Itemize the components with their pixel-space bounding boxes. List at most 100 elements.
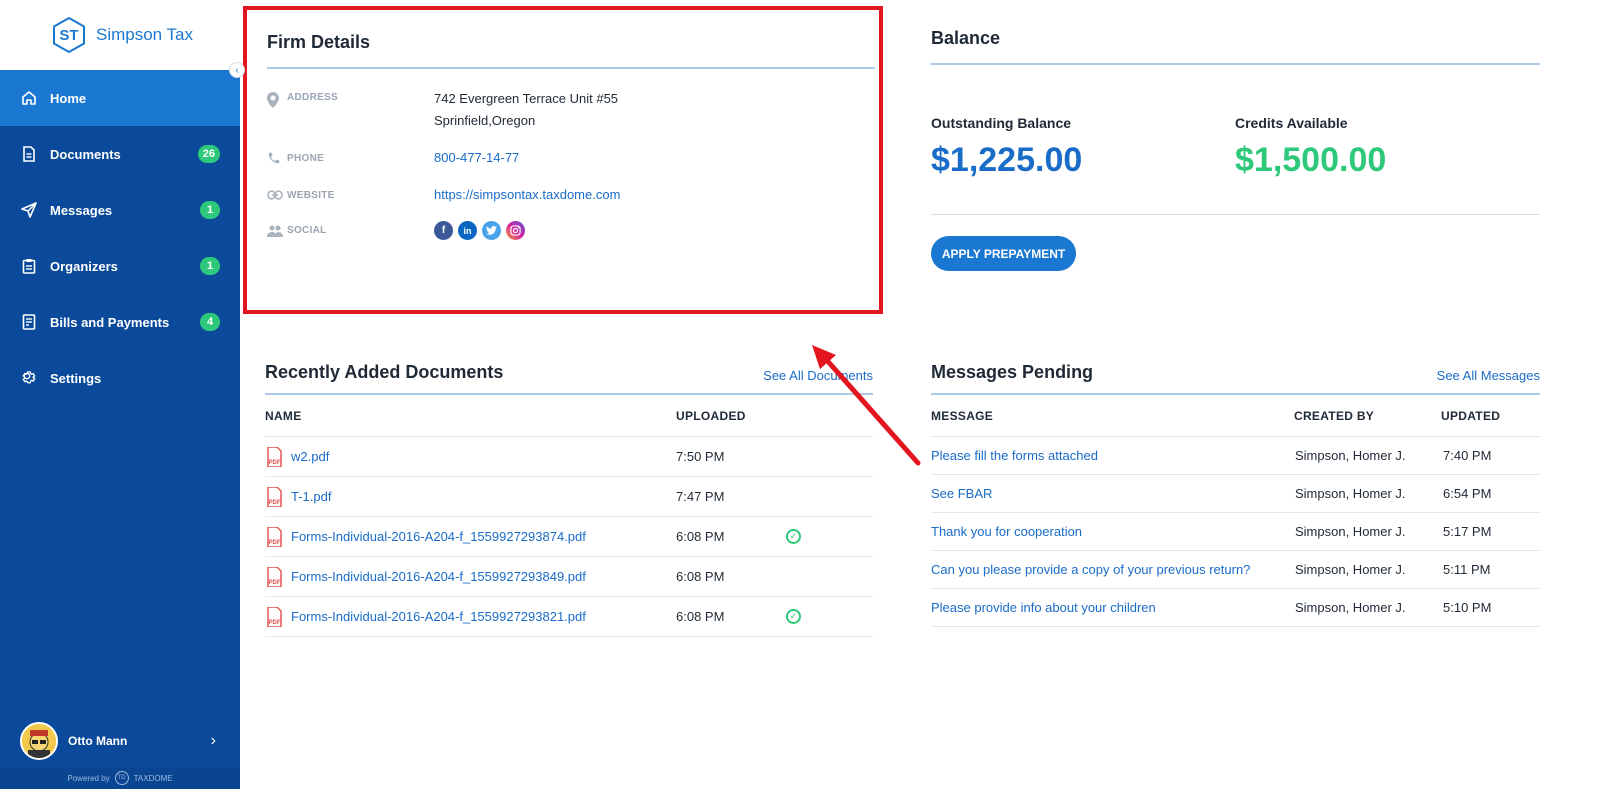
outstanding-balance-label: Outstanding Balance [931,115,1072,131]
apply-prepayment-button[interactable]: APPLY PREPAYMENT [931,236,1076,271]
firm-phone-row: PHONE 800-477-14-77 [267,147,869,169]
created-by: Simpson, Homer J. [1295,486,1406,501]
sidebar-item-bills-and-payments[interactable]: Bills and Payments 4 [0,294,240,350]
check-circle-icon: ✓ [786,529,801,544]
created-by: Simpson, Homer J. [1295,524,1406,539]
balance-title: Balance [931,28,1001,48]
logo-hexagon-icon: ST [52,17,86,53]
created-by: Simpson, Homer J. [1295,600,1406,615]
message-link[interactable]: Can you please provide a copy of your pr… [931,562,1295,577]
document-link[interactable]: Forms-Individual-2016-A204-f_15599272938… [291,529,586,544]
outstanding-balance-value: $1,225.00 [931,141,1083,179]
uploaded-time: 6:08 PM [676,529,725,544]
website-link[interactable]: https://simpsontax.taxdome.com [434,184,620,206]
message-link[interactable]: Thank you for cooperation [931,524,1295,539]
uploaded-time: 7:50 PM [676,449,725,464]
document-link[interactable]: T-1.pdf [291,489,331,504]
uploaded-time: 6:08 PM [676,609,725,624]
sidebar-item-documents[interactable]: Documents 26 [0,126,240,182]
phone-icon [267,151,287,165]
svg-text:PDF: PDF [268,540,280,546]
divider [931,214,1540,215]
table-row[interactable]: PDF Forms-Individual-2016-A204-f_15599272… [265,517,873,557]
table-row[interactable]: Thank you for cooperation Simpson, Homer … [931,513,1540,551]
website-label: WEBSITE [267,184,434,206]
collapse-sidebar-button[interactable]: ‹ [229,62,245,78]
column-header-updated[interactable]: UPDATED [1441,409,1500,423]
updated-time: 5:17 PM [1443,524,1492,539]
uploaded-time: 7:47 PM [676,489,725,504]
outstanding-balance: Outstanding Balance $1,225.00 [931,115,1235,180]
uploaded-time: 6:08 PM [676,569,725,584]
address-label-text: ADDRESS [287,92,338,103]
phone-link[interactable]: 800-477-14-77 [434,147,519,169]
column-header-message[interactable]: MESSAGE [931,409,1294,423]
updated-time: 7:40 PM [1443,448,1492,463]
document-cell: PDF w2.pdf [265,446,676,467]
documents-table-body: PDF w2.pdf 7:50 PM PDF T-1.pdf 7:47 PM PDF Form… [265,437,873,637]
updated-time: 5:11 PM [1443,562,1491,577]
sidebar-item-organizers[interactable]: Organizers 1 [0,238,240,294]
document-cell: PDF Forms-Individual-2016-A204-f_15599272… [265,606,676,627]
column-header-uploaded[interactable]: UPLOADED [676,409,746,423]
instagram-icon[interactable] [506,221,525,240]
table-row[interactable]: Please provide info about your children S… [931,589,1540,627]
sidebar-item-home[interactable]: Home [0,70,240,126]
document-link[interactable]: Forms-Individual-2016-A204-f_15599272938… [291,569,586,584]
people-icon [267,225,287,237]
home-icon [20,89,38,107]
messages-table-body: Please fill the forms attached Simpson, H… [931,437,1540,627]
svg-text:PDF: PDF [268,620,280,626]
messages-pending-panel: Messages Pending See All Messages MESSAG… [931,358,1540,627]
address-line2: Sprinfield,Oregon [434,113,536,128]
sidebar-item-settings[interactable]: Settings [0,350,240,406]
updated-time: 6:54 PM [1443,486,1492,501]
column-header-name[interactable]: NAME [265,409,676,423]
taxdome-logo-icon: TD [114,771,129,785]
document-link[interactable]: Forms-Individual-2016-A204-f_15599272938… [291,609,586,624]
credits-available-value: $1,500.00 [1235,141,1387,179]
linkedin-icon[interactable]: in [458,221,477,240]
facebook-icon[interactable]: f [434,221,453,240]
message-link[interactable]: See FBAR [931,486,1295,501]
credits-available: Credits Available $1,500.00 [1235,115,1539,180]
table-row[interactable]: PDF w2.pdf 7:50 PM [265,437,873,477]
address-label: ADDRESS [267,88,434,132]
pdf-file-icon: PDF [265,486,283,507]
annotation-arrow [812,345,921,466]
sidebar-item-messages[interactable]: Messages 1 [0,182,240,238]
brand-logo[interactable]: ST Simpson Tax [0,0,240,70]
table-row[interactable]: Please fill the forms attached Simpson, H… [931,437,1540,475]
avatar [20,722,58,760]
website-label-text: WEBSITE [287,189,335,201]
count-badge: 26 [197,145,220,163]
table-row[interactable]: Can you please provide a copy of your pr… [931,551,1540,589]
brand-initials: ST [59,26,79,44]
bill-icon [20,313,38,331]
message-link[interactable]: Please fill the forms attached [931,448,1295,463]
document-link[interactable]: w2.pdf [291,449,329,464]
user-menu[interactable]: Otto Mann › [0,715,240,767]
table-row[interactable]: PDF Forms-Individual-2016-A204-f_15599272… [265,557,873,597]
phone-label: PHONE [267,147,434,169]
table-row[interactable]: See FBAR Simpson, Homer J. 6:54 PM [931,475,1540,513]
twitter-icon[interactable] [482,221,501,240]
message-link[interactable]: Please provide info about your children [931,600,1295,615]
pdf-file-icon: PDF [265,446,283,467]
powered-by-brand: TAXDOME [133,773,173,783]
social-links: f in [434,221,525,240]
balance-panel: Balance Outstanding Balance $1,225.00 Cr… [931,28,1540,271]
link-icon [267,190,287,200]
powered-by: Powered by TD TAXDOME [0,767,240,789]
column-header-created-by[interactable]: CREATED BY [1294,409,1441,423]
svg-text:PDF: PDF [268,500,280,506]
table-row[interactable]: PDF T-1.pdf 7:47 PM [265,477,873,517]
see-all-messages-link[interactable]: See All Messages [1437,368,1540,383]
table-row[interactable]: PDF Forms-Individual-2016-A204-f_15599272… [265,597,873,637]
check-circle-icon: ✓ [786,609,801,624]
social-label: SOCIAL [267,221,434,240]
divider [267,67,875,69]
document-cell: PDF Forms-Individual-2016-A204-f_15599272… [265,566,676,587]
document-icon [20,145,38,163]
svg-text:PDF: PDF [268,460,280,466]
